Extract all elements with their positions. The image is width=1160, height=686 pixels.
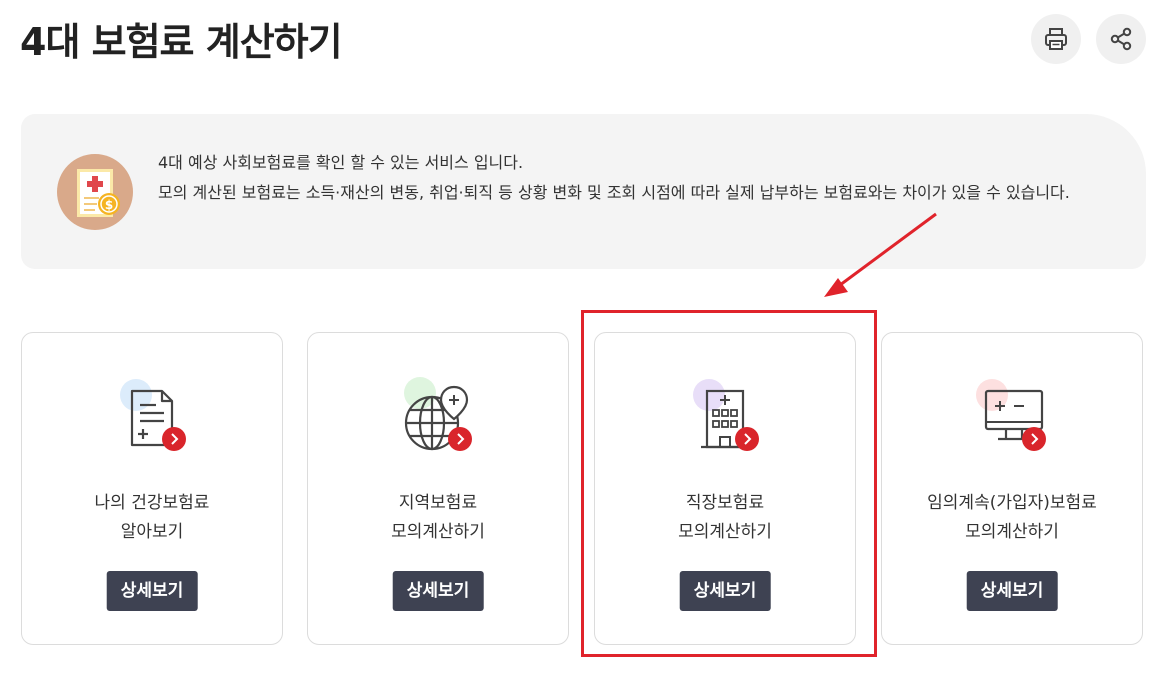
card-label-line1: 임의계속(가입자)보험료	[927, 493, 1097, 513]
card-voluntary-continuation-insurance[interactable]: 임의계속(가입자)보험료 모의계산하기 상세보기	[881, 332, 1143, 645]
card-label-line2: 모의계산하기	[678, 522, 772, 542]
notice-line-1: 4대 예상 사회보험료를 확인 할 수 있는 서비스 입니다.	[158, 153, 524, 172]
svg-text:$: $	[105, 198, 113, 212]
card-label: 지역보험료 모의계산하기	[308, 489, 568, 547]
card-label-line2: 알아보기	[120, 522, 184, 542]
detail-button[interactable]: 상세보기	[966, 571, 1058, 611]
notice-box: $ 4대 예상 사회보험료를 확인 할 수 있는 서비스 입니다. 모의 계산된…	[21, 114, 1146, 269]
insurance-document-coin-icon: $	[57, 154, 133, 230]
card-label-line2: 모의계산하기	[391, 522, 485, 542]
card-label: 임의계속(가입자)보험료 모의계산하기	[882, 489, 1142, 547]
card-label-line1: 직장보험료	[685, 493, 765, 513]
detail-button[interactable]: 상세보기	[106, 571, 198, 611]
document-plus-icon	[120, 379, 186, 451]
calculator-monitor-icon	[976, 379, 1046, 451]
share-button[interactable]	[1096, 14, 1146, 64]
card-my-health-insurance[interactable]: 나의 건강보험료 알아보기 상세보기	[21, 332, 283, 645]
print-button[interactable]	[1031, 14, 1081, 64]
card-label: 나의 건강보험료 알아보기	[22, 489, 282, 547]
card-label-line1: 지역보험료	[398, 493, 478, 513]
card-label: 직장보험료 모의계산하기	[595, 489, 855, 547]
share-icon	[1110, 27, 1132, 51]
page-title: 4대 보험료 계산하기	[20, 20, 343, 64]
card-regional-insurance[interactable]: 지역보험료 모의계산하기 상세보기	[307, 332, 569, 645]
card-label-line1: 나의 건강보험료	[94, 493, 210, 513]
detail-button[interactable]: 상세보기	[679, 571, 771, 611]
notice-line-2: 모의 계산된 보험료는 소득·재산의 변동, 취업·퇴직 등 상황 변화 및 조…	[158, 183, 1070, 202]
office-building-icon	[693, 379, 759, 451]
detail-button[interactable]: 상세보기	[392, 571, 484, 611]
card-workplace-insurance[interactable]: 직장보험료 모의계산하기 상세보기	[594, 332, 856, 645]
printer-icon	[1045, 28, 1067, 50]
globe-location-icon	[404, 377, 472, 451]
card-label-line2: 모의계산하기	[965, 522, 1059, 542]
notice-text: 4대 예상 사회보험료를 확인 할 수 있는 서비스 입니다. 모의 계산된 보…	[158, 148, 1088, 208]
